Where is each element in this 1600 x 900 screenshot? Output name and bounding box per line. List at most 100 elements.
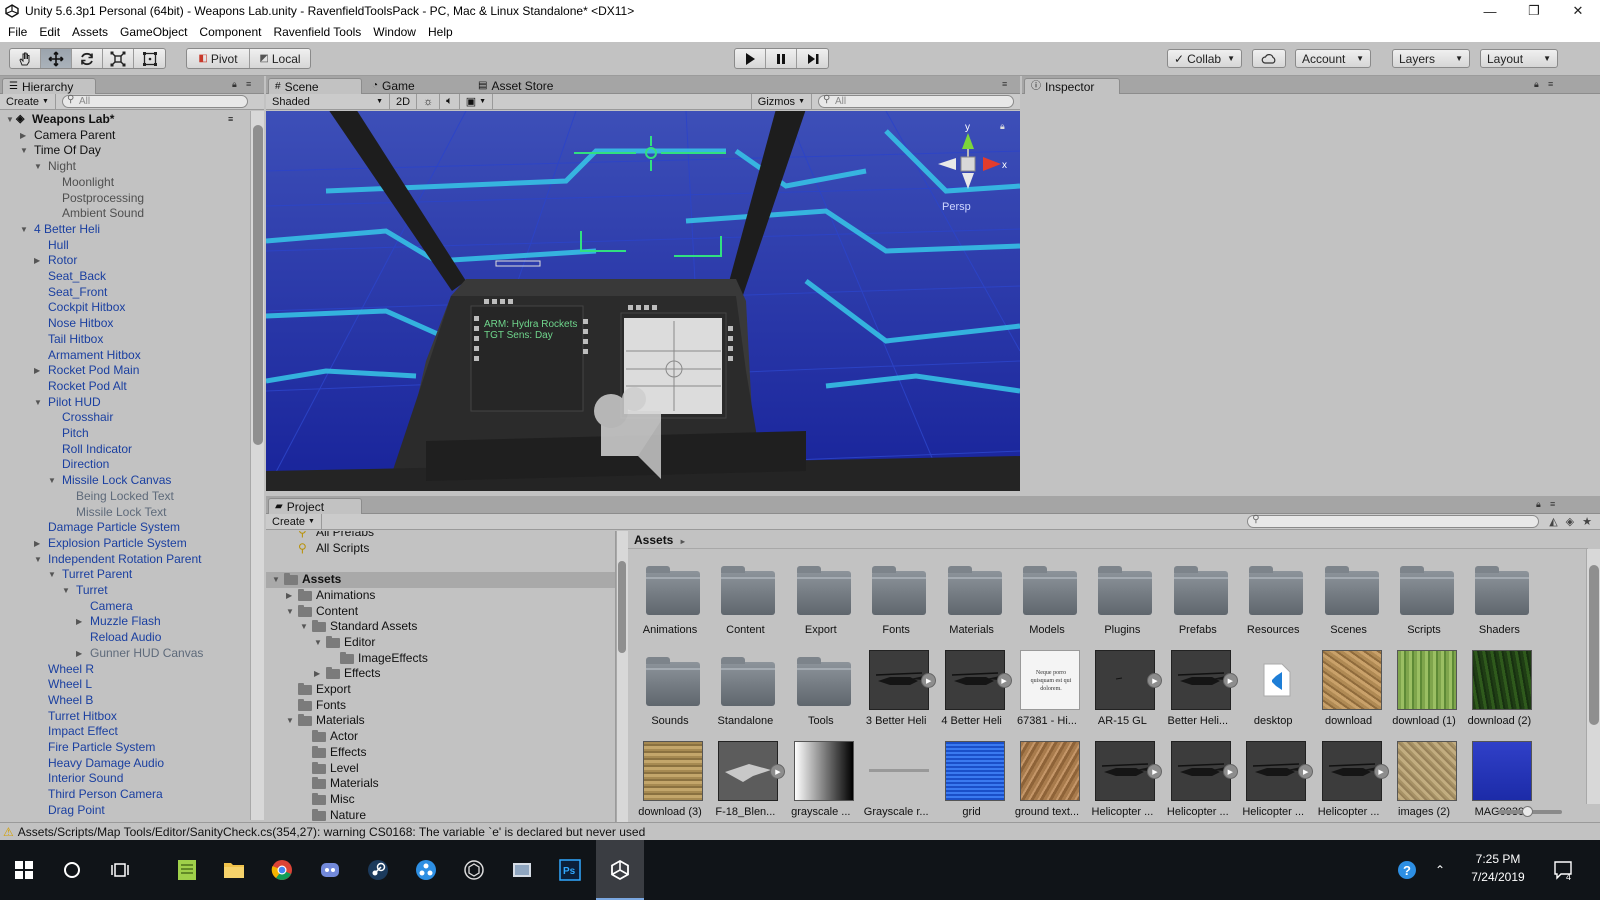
breadcrumb-assets[interactable]: Assets	[634, 533, 673, 547]
asset-heli[interactable]: ▶ Helicopter ...	[1313, 735, 1389, 821]
hierarchy-item-ambient-sound[interactable]: Ambient Sound	[0, 206, 248, 222]
scene-search-input[interactable]: All	[818, 94, 1014, 108]
lock-icon[interactable]: 🔒︎	[1534, 79, 1539, 90]
thumbnail-size-slider[interactable]	[1498, 806, 1562, 817]
taskbar-notepad[interactable]	[163, 840, 211, 900]
menu-window[interactable]: Window	[367, 25, 422, 39]
expanded-arrow-icon[interactable]: ▼	[20, 143, 28, 158]
asset-heli[interactable]: ▶ Better Heli...	[1162, 644, 1238, 730]
taskbar-unity-hub[interactable]	[450, 840, 498, 900]
project-tree-item-assets[interactable]: ▼ Assets	[266, 572, 615, 588]
expand-prefab-icon[interactable]: ▶	[1147, 673, 1163, 688]
asset-folder[interactable]: Plugins	[1086, 553, 1158, 639]
hierarchy-item-roll-indicator[interactable]: Roll Indicator	[0, 442, 248, 458]
hierarchy-item-hull[interactable]: Hull	[0, 238, 248, 254]
console-status-bar[interactable]: ⚠ Assets/Scripts/Map Tools/Editor/Sanity…	[0, 822, 1600, 840]
gizmos-dropdown[interactable]: Gizmos ▼	[750, 94, 812, 109]
expanded-arrow-icon[interactable]: ▼	[48, 473, 56, 488]
tab-project[interactable]: ▰ Project	[268, 498, 362, 514]
shading-mode-dropdown[interactable]: Shaded ▼	[266, 94, 390, 109]
tab-scene[interactable]: # Scene	[268, 78, 362, 94]
collapsed-arrow-icon[interactable]: ▶	[34, 536, 40, 551]
hierarchy-item-wheel-b[interactable]: Wheel B	[0, 693, 248, 709]
collapsed-arrow-icon[interactable]: ▶	[34, 363, 40, 378]
hierarchy-item-camera[interactable]: Camera	[0, 599, 248, 615]
asset-vscode[interactable]: desktop	[1237, 644, 1309, 730]
asset-folder[interactable]: Export	[785, 553, 857, 639]
asset-dark[interactable]: ▶ AR-15 GL	[1086, 644, 1163, 730]
hierarchy-item-armament-hitbox[interactable]: Armament Hitbox	[0, 348, 248, 364]
scale-tool-button[interactable]	[103, 49, 134, 68]
expand-prefab-icon[interactable]: ▶	[996, 673, 1012, 688]
project-tree-item-editor[interactable]: ▼ Editor	[266, 635, 615, 651]
expand-prefab-icon[interactable]: ▶	[1298, 764, 1314, 779]
hierarchy-item-first-person-camera[interactable]: First Person Camera	[0, 819, 248, 821]
tab-asset-store[interactable]: ▤ Asset Store	[472, 78, 572, 94]
expanded-arrow-icon[interactable]: ▼	[286, 604, 294, 619]
scene-viewport[interactable]: ARM: Hydra Rockets TGT Sens: Day y x Per…	[266, 111, 1020, 491]
minimize-button[interactable]: —	[1468, 0, 1512, 22]
asset-tex-grass[interactable]: download (1)	[1388, 644, 1460, 730]
hierarchy-item-heavy-damage-audio[interactable]: Heavy Damage Audio	[0, 756, 248, 772]
expand-prefab-icon[interactable]: ▶	[1222, 764, 1238, 779]
hierarchy-item-night[interactable]: ▼ Night	[0, 159, 248, 175]
lock-icon[interactable]: 🔒︎	[1536, 499, 1541, 510]
panel-menu-icon[interactable]: ≡	[1002, 79, 1007, 89]
taskbar-screenshot-tool[interactable]	[498, 840, 546, 900]
menu-gameobject[interactable]: GameObject	[114, 25, 193, 39]
scene-menu-icon[interactable]: ≡	[228, 112, 233, 127]
panel-menu-icon[interactable]: ≡	[246, 79, 251, 89]
hierarchy-item-gunner-hud-canvas[interactable]: ▶ Gunner HUD Canvas	[0, 646, 248, 662]
collapsed-arrow-icon[interactable]: ▶	[34, 253, 40, 268]
hierarchy-item-missile-lock-canvas[interactable]: ▼ Missile Lock Canvas	[0, 473, 248, 489]
project-tree-item-fonts[interactable]: Fonts	[266, 698, 615, 714]
asset-folder[interactable]: Fonts	[860, 553, 932, 639]
hierarchy-item-independent-rotation-parent[interactable]: ▼ Independent Rotation Parent	[0, 552, 248, 568]
expand-prefab-icon[interactable]: ▶	[770, 764, 786, 779]
project-tree-item-standard-assets[interactable]: ▼ Standard Assets	[266, 619, 615, 635]
hierarchy-item-pilot-hud[interactable]: ▼ Pilot HUD	[0, 395, 248, 411]
start-button[interactable]	[0, 840, 48, 900]
asset-folder[interactable]: Animations	[634, 553, 706, 639]
collapsed-arrow-icon[interactable]: ▶	[20, 128, 26, 143]
filter-type-icon[interactable]: ◭	[1549, 515, 1557, 528]
project-tree-item-materials[interactable]: Materials	[266, 776, 615, 792]
hierarchy-item-interior-sound[interactable]: Interior Sound	[0, 771, 248, 787]
asset-tex-sand2[interactable]: images (2)	[1388, 735, 1460, 821]
hierarchy-item-moonlight[interactable]: Moonlight	[0, 175, 248, 191]
asset-folder[interactable]: Resources	[1237, 553, 1309, 639]
asset-folder[interactable]: Sounds	[634, 644, 706, 730]
hierarchy-item-fire-particle-system[interactable]: Fire Particle System	[0, 740, 248, 756]
asset-heli[interactable]: ▶ Helicopter ...	[1162, 735, 1238, 821]
gizmo-lock-icon[interactable]: 🔒︎	[1000, 121, 1005, 131]
hierarchy-item-seat-back[interactable]: Seat_Back	[0, 269, 248, 285]
project-create-button[interactable]: Create ▼	[266, 514, 322, 529]
asset-folder[interactable]: Content	[709, 553, 781, 639]
collapsed-arrow-icon[interactable]: ▶	[76, 614, 82, 629]
expanded-arrow-icon[interactable]: ▼	[48, 567, 56, 582]
asset-folder[interactable]: Prefabs	[1162, 553, 1234, 639]
project-tree-item-content[interactable]: ▼ Content	[266, 604, 615, 620]
project-tree-item-animations[interactable]: ▶ Animations	[266, 588, 615, 604]
project-tree-item-export[interactable]: Export	[266, 682, 615, 698]
collapsed-arrow-icon[interactable]: ▶	[314, 666, 320, 681]
hierarchy-item-turret-parent[interactable]: ▼ Turret Parent	[0, 567, 248, 583]
hierarchy-item-wheel-r[interactable]: Wheel R	[0, 662, 248, 678]
expand-prefab-icon[interactable]: ▶	[1222, 673, 1238, 688]
expanded-arrow-icon[interactable]: ▼	[300, 619, 308, 634]
asset-heli[interactable]: ▶ 4 Better Heli	[936, 644, 1012, 730]
assets-scrollbar[interactable]	[1586, 549, 1600, 804]
persp-label[interactable]: Persp	[942, 201, 971, 213]
project-tree-item-misc[interactable]: Misc	[266, 792, 615, 808]
taskbar-help[interactable]: ?	[1390, 840, 1424, 900]
collapsed-arrow-icon[interactable]: ▶	[286, 588, 292, 603]
step-button[interactable]	[797, 49, 828, 68]
hierarchy-item-third-person-camera[interactable]: Third Person Camera	[0, 787, 248, 803]
project-tree-item-effects[interactable]: Effects	[266, 745, 615, 761]
tab-hierarchy[interactable]: ☰ Hierarchy	[2, 78, 96, 94]
expanded-arrow-icon[interactable]: ▼	[34, 395, 42, 410]
asset-heli[interactable]: ▶ 3 Better Heli	[860, 644, 937, 730]
asset-folder[interactable]: Shaders	[1463, 553, 1535, 639]
hierarchy-item-tail-hitbox[interactable]: Tail Hitbox	[0, 332, 248, 348]
taskbar-discord[interactable]	[306, 840, 354, 900]
